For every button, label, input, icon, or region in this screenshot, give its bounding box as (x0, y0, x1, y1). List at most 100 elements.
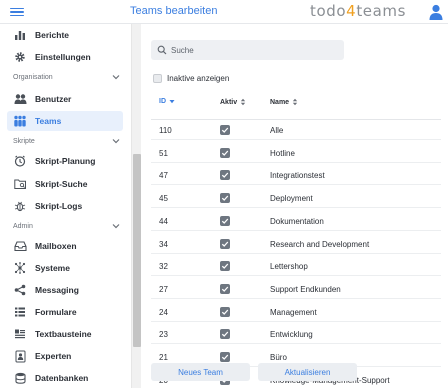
sidebar-item-mailboxen[interactable]: Mailboxen (7, 236, 123, 256)
active-checkbox[interactable] (220, 238, 230, 249)
team-name: Büro (270, 353, 287, 362)
sidebar-item-label: Mailboxen (35, 241, 77, 251)
sidebar-item-skript-planung[interactable]: Skript-Planung (7, 151, 123, 171)
sidebar-item-messaging[interactable]: Messaging (7, 280, 123, 300)
search-box[interactable] (151, 40, 344, 60)
checkmark-icon (221, 127, 229, 133)
table-row[interactable]: 45 Deployment (151, 188, 441, 209)
search-icon (157, 45, 167, 55)
team-name: Dokumentation (270, 216, 324, 226)
active-checkbox[interactable] (220, 147, 230, 158)
sidebar-item-skript-suche[interactable]: Skript-Suche (7, 174, 123, 194)
table-row[interactable]: 27 Support Endkunden (151, 279, 441, 299)
sidebar-item-label: Skript-Suche (35, 179, 88, 189)
sidebar-item-teams[interactable]: Teams (7, 111, 123, 131)
team-name: Lettershop (270, 262, 308, 272)
sidebar-item-formulare[interactable]: Formulare (7, 302, 123, 322)
section-skripte[interactable]: Skripte (13, 134, 121, 148)
sidebar-item-datenbanken[interactable]: Datenbanken (7, 368, 123, 388)
active-checkbox[interactable] (220, 125, 230, 135)
table-row[interactable]: 34 Research and Development (151, 234, 441, 254)
team-id: 32 (159, 262, 168, 272)
search-input[interactable] (171, 45, 341, 55)
sidebar-item-benutzer[interactable]: Benutzer (7, 89, 123, 109)
clock-icon (13, 154, 27, 168)
gear-icon (13, 50, 27, 64)
checkmark-icon (221, 331, 229, 338)
user-icon[interactable] (429, 4, 443, 20)
active-checkbox[interactable] (220, 215, 230, 226)
sidebar-item-textbausteine[interactable]: Textbausteine (7, 324, 123, 344)
team-id: 45 (159, 194, 168, 204)
table-row[interactable]: 47 Integrationstest (151, 165, 441, 186)
sidebar-item-label: Textbausteine (35, 329, 92, 339)
team-id: 47 (159, 171, 168, 181)
column-header-id[interactable]: ID (159, 98, 175, 105)
active-checkbox[interactable] (220, 193, 230, 204)
list-form-icon (13, 305, 27, 319)
table-row[interactable]: 32 Lettershop (151, 256, 441, 277)
sidebar-item-einstellungen[interactable]: Einstellungen (7, 47, 123, 67)
team-id: 24 (159, 307, 168, 317)
active-checkbox[interactable] (220, 306, 230, 317)
checkmark-icon (221, 354, 229, 360)
column-header-active[interactable]: Aktiv (220, 98, 246, 106)
new-team-button[interactable]: Neues Team (151, 363, 250, 381)
team-name: Research and Development (270, 239, 370, 249)
sidebar-item-label: Datenbanken (35, 373, 89, 383)
app-header: Teams bearbeiten todo4teams (0, 0, 448, 24)
sidebar-item-label: Teams (35, 116, 62, 126)
sidebar-item-experten[interactable]: Experten (7, 346, 123, 366)
team-name: Hotline (270, 148, 295, 158)
table-row[interactable]: 51 Hotline (151, 143, 441, 163)
table-header: ID Aktiv Name (151, 93, 441, 113)
active-checkbox[interactable] (220, 283, 230, 294)
expert-badge-icon (13, 349, 27, 363)
page-title: Teams bearbeiten (130, 5, 218, 17)
sidebar-scrollbar[interactable] (131, 24, 141, 388)
sidebar-item-label: Systeme (35, 263, 70, 273)
checkmark-icon (221, 241, 229, 247)
sidebar-item-label: Skript-Planung (35, 156, 96, 166)
active-checkbox[interactable] (220, 170, 230, 181)
menu-icon[interactable] (10, 5, 24, 19)
table-row[interactable]: 24 Management (151, 302, 441, 322)
sidebar-item-berichte[interactable]: Berichte (7, 25, 123, 45)
share-icon (13, 283, 27, 297)
sidebar-item-label: Berichte (35, 30, 70, 40)
section-admin[interactable]: Admin (13, 219, 121, 233)
inactive-checkbox[interactable] (153, 74, 162, 83)
folder-search-icon (13, 177, 27, 191)
sidebar: Berichte Einstellungen Organisation Benu… (0, 24, 131, 388)
sort-desc-icon (169, 100, 175, 104)
chevron-down-icon (112, 139, 120, 144)
scrollbar-thumb[interactable] (133, 154, 141, 347)
table-row[interactable]: 110 Alle (151, 120, 441, 140)
team-id: 44 (159, 216, 168, 226)
active-checkbox[interactable] (220, 329, 230, 340)
sidebar-item-systeme[interactable]: Systeme (7, 258, 123, 278)
team-id: 21 (159, 353, 168, 362)
section-organisation[interactable]: Organisation (13, 70, 121, 84)
table-row[interactable]: 44 Dokumentation (151, 211, 441, 231)
team-name: Management (270, 307, 317, 317)
team-name: Support Endkunden (270, 284, 341, 294)
chevron-down-icon (112, 75, 120, 80)
checkmark-icon (221, 263, 229, 270)
active-checkbox[interactable] (220, 261, 230, 272)
teams-table: ID Aktiv Name 110 Alle 51 Hotline 47 Integrat… (151, 93, 441, 385)
active-checkbox[interactable] (220, 352, 230, 362)
sort-icon (240, 98, 246, 106)
checkmark-icon (221, 286, 229, 292)
inactive-filter[interactable]: Inaktive anzeigen (153, 74, 229, 83)
sidebar-item-label: Experten (35, 351, 72, 361)
team-id: 23 (159, 330, 168, 340)
checkmark-icon (221, 195, 229, 202)
sidebar-item-label: Einstellungen (35, 52, 91, 62)
refresh-button[interactable]: Aktualisieren (258, 363, 357, 381)
users-icon (13, 92, 27, 106)
column-header-name[interactable]: Name (270, 98, 298, 106)
table-row[interactable]: 23 Entwicklung (151, 324, 441, 345)
sidebar-item-skript-logs[interactable]: Skript-Logs (7, 196, 123, 216)
network-icon (13, 261, 27, 275)
